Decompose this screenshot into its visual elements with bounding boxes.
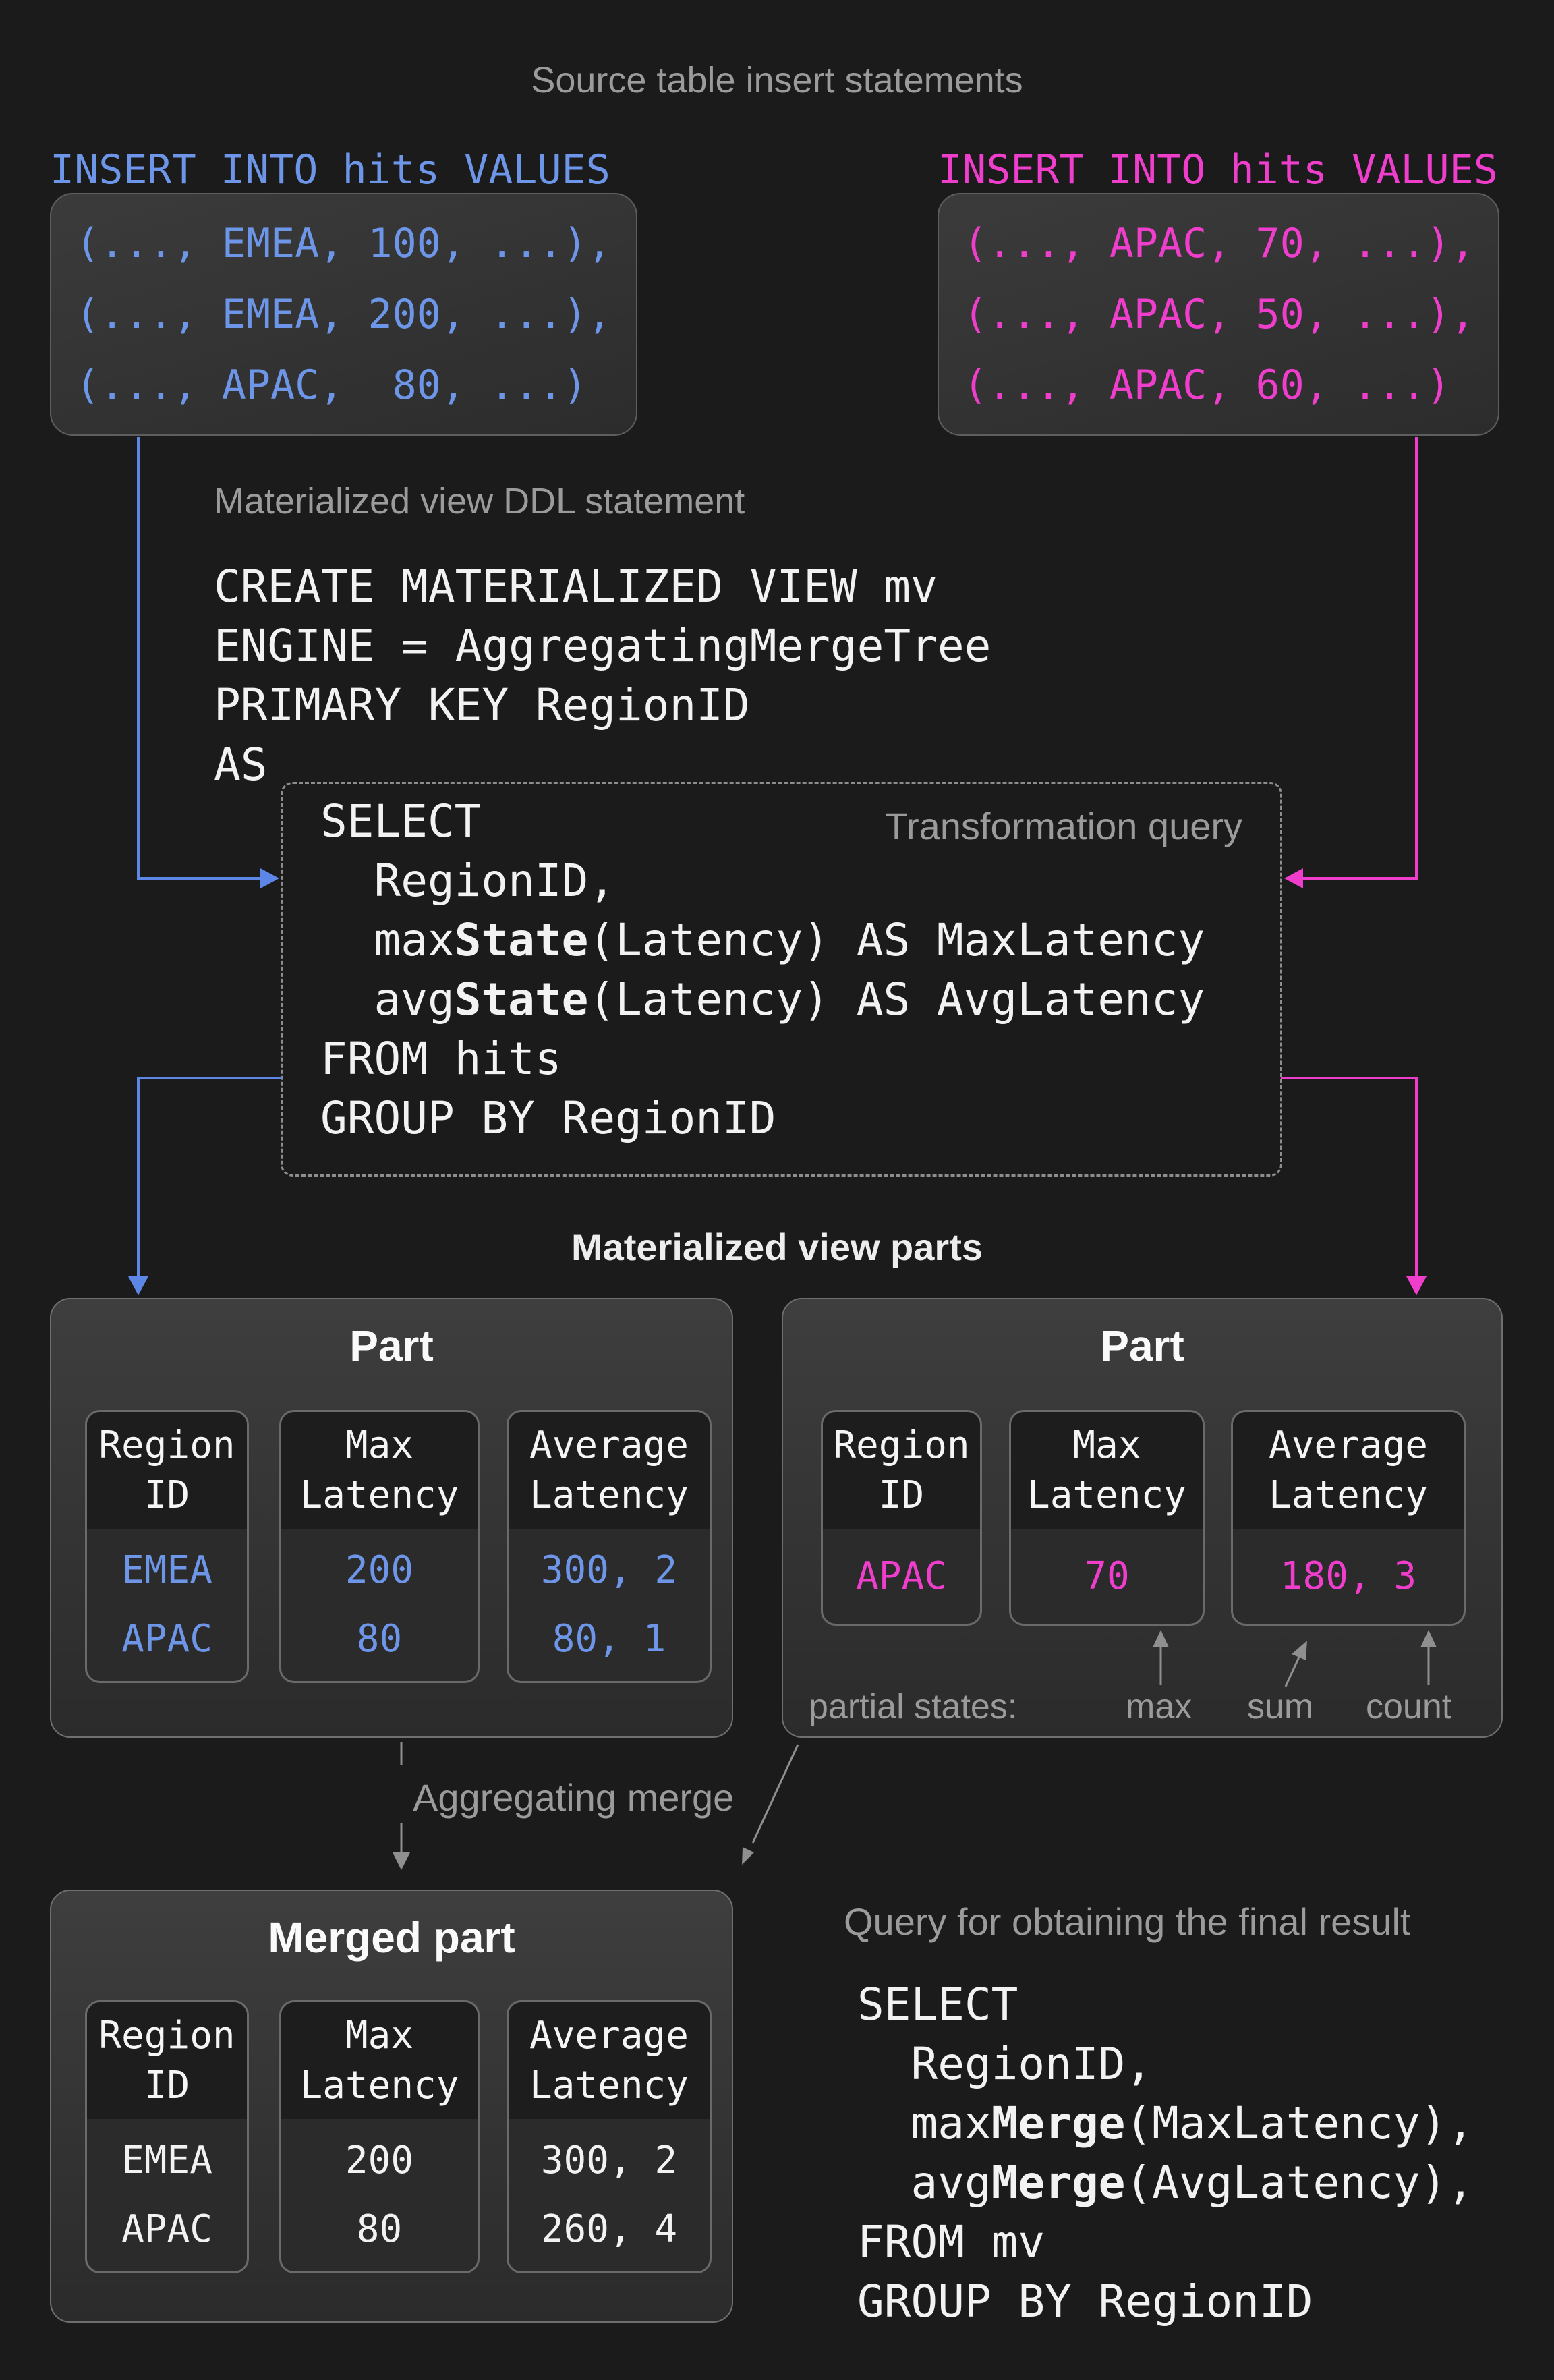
column-header: Max Latency xyxy=(281,2002,478,2119)
column-values: EMEA APAC xyxy=(87,1529,247,1681)
cell-value: EMEA xyxy=(121,2126,212,2195)
column-values: APAC xyxy=(823,1529,980,1624)
cell-value: 80 xyxy=(357,2195,402,2264)
cell-value: 180, 3 xyxy=(1280,1542,1416,1611)
merged-column-max: Max Latency 200 80 xyxy=(279,2000,480,2273)
cell-value: 300, 2 xyxy=(541,2126,677,2195)
part-box-left: Part Region ID EMEA APAC Max Latency 200… xyxy=(50,1298,733,1738)
insert-right-to-query-arrowhead xyxy=(1284,868,1303,888)
merge-arrow-right-line xyxy=(753,1745,798,1843)
mv-parts-label: Materialized view parts xyxy=(0,1225,1554,1269)
merge-arrow-right-head xyxy=(742,1847,754,1865)
part-left-column-max: Max Latency 200 80 xyxy=(279,1410,480,1683)
diagram-canvas: Source table insert statements INSERT IN… xyxy=(0,0,1554,2380)
column-header: Max Latency xyxy=(1011,1412,1203,1529)
final-query-code: SELECT RegionID, maxMerge(MaxLatency), a… xyxy=(857,1975,1474,2331)
partial-state-max-label: max xyxy=(1126,1687,1192,1727)
insert-right-box: (..., APAC, 70, ...),(..., APAC, 50, ...… xyxy=(938,193,1499,436)
ddl-code: CREATE MATERIALIZED VIEW mvENGINE = Aggr… xyxy=(214,557,991,795)
column-values: 300, 2 80, 1 xyxy=(509,1529,710,1681)
partial-state-sum-label: sum xyxy=(1247,1687,1313,1727)
part-box-right: Part Region ID APAC Max Latency 70 Avera… xyxy=(782,1298,1503,1738)
query-to-right-part-arrowhead xyxy=(1406,1276,1427,1295)
cell-value: EMEA xyxy=(121,1536,212,1605)
insert-left-rows: (..., EMEA, 100, ...),(..., EMEA, 200, .… xyxy=(76,208,612,421)
column-header: Region ID xyxy=(87,2002,247,2119)
cell-value: 260, 4 xyxy=(541,2195,677,2264)
column-values: 300, 2 260, 4 xyxy=(509,2119,710,2271)
column-header: Region ID xyxy=(87,1412,247,1529)
partial-states-label: partial states: xyxy=(809,1687,1017,1727)
final-query-label: Query for obtaining the final result xyxy=(844,1900,1410,1944)
cell-value: 200 xyxy=(345,1536,413,1605)
column-header: Max Latency xyxy=(281,1412,478,1529)
column-header: Average Latency xyxy=(509,1412,710,1529)
cell-value: 70 xyxy=(1084,1542,1129,1611)
insert-right-to-query-line xyxy=(1300,437,1416,878)
part-right-column-region: Region ID APAC xyxy=(821,1410,982,1626)
part-right-title: Part xyxy=(783,1321,1501,1371)
merge-arrow-left-head xyxy=(393,1852,410,1870)
transformation-query-box: Transformation query SELECT RegionID, ma… xyxy=(281,782,1282,1177)
merged-column-avg: Average Latency 300, 2 260, 4 xyxy=(507,2000,712,2273)
transformation-query-code: SELECT RegionID, maxState(Latency) AS Ma… xyxy=(320,792,1205,1148)
column-header: Region ID xyxy=(823,1412,980,1529)
aggregating-merge-label: Aggregating merge xyxy=(413,1776,734,1819)
cell-value: 80 xyxy=(357,1605,402,1674)
column-header: Average Latency xyxy=(1233,1412,1464,1529)
cell-value: APAC xyxy=(121,2195,212,2264)
cell-value: 80, 1 xyxy=(552,1605,666,1674)
cell-value: 300, 2 xyxy=(541,1536,677,1605)
merged-part-box: Merged part Region ID EMEA APAC Max Late… xyxy=(50,1890,733,2323)
merged-column-region: Region ID EMEA APAC xyxy=(85,2000,249,2273)
part-left-column-avg: Average Latency 300, 2 80, 1 xyxy=(507,1410,712,1683)
cell-value: APAC xyxy=(121,1605,212,1674)
insert-left-box: (..., EMEA, 100, ...),(..., EMEA, 200, .… xyxy=(50,193,637,436)
page-title: Source table insert statements xyxy=(0,59,1554,101)
part-left-column-region: Region ID EMEA APAC xyxy=(85,1410,249,1683)
insert-right-rows: (..., APAC, 70, ...),(..., APAC, 50, ...… xyxy=(963,208,1475,421)
column-values: 200 80 xyxy=(281,2119,478,2271)
cell-value: APAC xyxy=(856,1542,947,1611)
partial-state-count-label: count xyxy=(1366,1687,1451,1727)
column-values: 180, 3 xyxy=(1233,1529,1464,1624)
insert-left-to-query-arrowhead xyxy=(260,868,279,888)
merged-part-title: Merged part xyxy=(51,1913,732,1962)
query-to-left-part-arrowhead xyxy=(128,1276,148,1295)
column-header: Average Latency xyxy=(509,2002,710,2119)
column-values: EMEA APAC xyxy=(87,2119,247,2271)
part-right-column-max: Max Latency 70 xyxy=(1009,1410,1205,1626)
column-values: 200 80 xyxy=(281,1529,478,1681)
column-values: 70 xyxy=(1011,1529,1203,1624)
part-left-title: Part xyxy=(51,1321,732,1371)
cell-value: 200 xyxy=(345,2126,413,2195)
ddl-label: Materialized view DDL statement xyxy=(214,480,745,522)
part-right-column-avg: Average Latency 180, 3 xyxy=(1231,1410,1466,1626)
